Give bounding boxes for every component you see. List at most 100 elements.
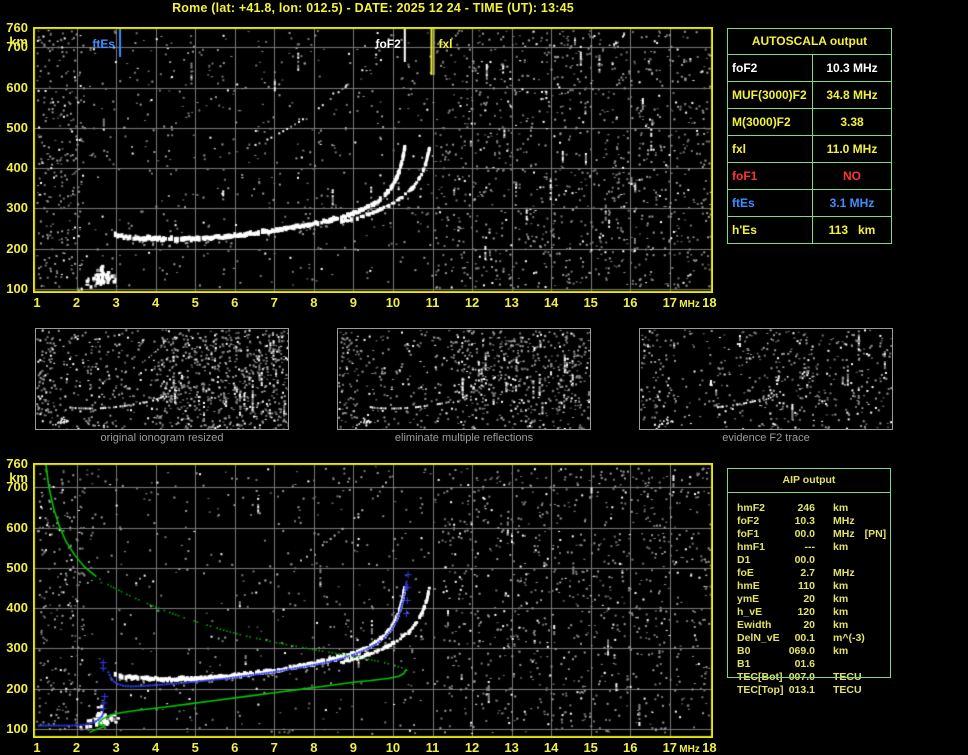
x-tick-label: 7 <box>270 295 278 310</box>
autoscala-row-label: fxl <box>728 136 813 162</box>
x-tick-label: 5 <box>191 295 199 310</box>
y-tick-label: 600 <box>6 519 28 535</box>
aip-cell-l: foE <box>737 567 754 579</box>
x-tick-label: 9 <box>349 740 358 755</box>
y-tick-label: 300 <box>6 640 28 656</box>
x-tick-label: 10 <box>385 740 401 755</box>
ionogram-canvas-top <box>33 27 713 293</box>
y-tick-label: 400 <box>6 160 28 176</box>
x-tick-label: 1 <box>33 740 41 755</box>
y-tick-label: 100 <box>6 281 28 296</box>
aip-cell-l: hmF2 <box>737 502 766 514</box>
aip-cell-u: km <box>833 580 849 592</box>
autoscala-row-label: MUF(3000)F2 <box>728 82 813 108</box>
autoscala-row-value: 3.38 <box>840 115 864 129</box>
aip-cell-l: h_vE <box>737 606 763 618</box>
autoscala-row-value: NO <box>843 169 861 183</box>
autoscala-row-value: 11.0 MHz <box>826 142 878 156</box>
x-tick-label: 7 <box>270 740 278 755</box>
aip-cell-u: TECU <box>833 671 862 683</box>
ionogram-plot-top: ftEs foF2 fxl <box>33 27 713 293</box>
x-tick-label: 2 <box>72 295 81 310</box>
x-tick-label: 14 <box>543 740 559 755</box>
aip-cell-l: B1 <box>737 658 751 670</box>
aip-cell-v: --- <box>804 541 816 553</box>
thumbnail-caption-evidence: evidence F2 trace <box>722 432 810 444</box>
autoscala-row-value: 34.8 MHz <box>826 88 878 102</box>
aip-cell-v: 013.1 <box>788 684 815 696</box>
y-tick-label: 500 <box>6 559 28 575</box>
aip-panel-header: AIP output <box>727 468 891 493</box>
x-tick-label: 13 <box>504 740 519 755</box>
x-tick-label: 16 <box>623 295 638 310</box>
aip-cell-u: m^(-3) <box>833 632 865 644</box>
aip-row-d1: D1 00.0 <box>727 554 891 567</box>
aip-cell-l: DelN_vE <box>737 632 780 644</box>
x-axis-unit-label: MHz <box>679 744 700 755</box>
autoscala-row-value: 10.3 MHz <box>826 61 878 75</box>
x-tick-label: 6 <box>231 740 239 755</box>
aip-row-ewidth: Ewidth 20 km <box>727 619 891 632</box>
y-axis-labels-bottom: 760 700 600 500 400 300 200 100 km <box>0 457 31 738</box>
autoscala-output-table: AUTOSCALA output foF2 10.3 MHz MUF(3000)F2… <box>727 28 892 244</box>
aip-row-b0: B0 069.0 km <box>727 645 891 658</box>
x-tick-label: 8 <box>310 295 318 310</box>
y-tick-label: 500 <box>6 119 28 135</box>
aip-cell-v: 10.3 <box>794 515 815 527</box>
aip-cell-u: km <box>833 502 849 514</box>
x-tick-label: 18 <box>702 295 717 310</box>
autoscala-row-label: foF2 <box>728 55 813 81</box>
aip-cell-u: km <box>833 541 849 553</box>
x-tick-label: 16 <box>623 740 638 755</box>
aip-cell-l: Ewidth <box>737 619 772 631</box>
x-tick-label: 15 <box>583 740 598 755</box>
aip-cell-l: ymE <box>737 593 760 605</box>
aip-row-fof1: foF1 00.0 MHz [PN] <box>727 528 891 541</box>
x-tick-label: 5 <box>191 740 199 755</box>
aip-cell-u: MHz <box>833 528 855 540</box>
autoscala-row-fxl: fxl 11.0 MHz <box>728 136 891 163</box>
aip-cell-u: km <box>833 645 849 657</box>
thumbnail-caption-eliminate: eliminate multiple reflections <box>394 432 534 444</box>
aip-cell-u: MHz <box>833 567 855 579</box>
x-tick-label: 11 <box>425 295 440 310</box>
x-tick-label: 13 <box>504 295 519 310</box>
x-tick-label: 17 <box>662 740 678 755</box>
x-tick-label: 4 <box>152 740 160 755</box>
ionogram-plot-bottom <box>33 463 713 738</box>
x-tick-label: 9 <box>349 295 358 310</box>
y-tick-label: 400 <box>6 600 28 616</box>
autoscala-row-label: ftEs <box>728 190 813 216</box>
aip-cell-l: B0 <box>737 645 751 657</box>
y-tick-label: 760 <box>6 20 28 35</box>
aip-cell-l: hmF1 <box>737 541 766 553</box>
thumbnail-original: original ionogram resized <box>35 328 289 444</box>
aip-cell-u: km <box>833 593 849 605</box>
aip-row-hmf2: hmF2 246 km <box>727 502 891 515</box>
y-axis-labels-top: 760 700 600 500 400 300 200 100 km <box>0 21 31 296</box>
autoscala-app-window: Rome (lat: +41.8, lon: 012.5) - DATE: 20… <box>0 0 968 755</box>
autoscala-row-value: 113 km <box>828 223 876 237</box>
aip-row-foe: foE 2.7 MHz <box>727 567 891 580</box>
x-tick-label: 15 <box>583 295 598 310</box>
aip-output-panel: AIP output hmF2 246 km foF2 10.3 MHz foF1 00.0 M… <box>727 468 891 697</box>
y-tick-label: 200 <box>6 680 28 696</box>
aip-cell-v: 00.1 <box>794 632 815 644</box>
aip-cell-v: 120 <box>797 606 815 618</box>
x-tick-label: 6 <box>231 295 239 310</box>
x-tick-label: 10 <box>385 295 401 310</box>
y-axis-unit-label: km <box>9 34 28 49</box>
aip-row-tec-top-: TEC[Top] 013.1 TECU <box>727 684 891 697</box>
ftes-marker-label: ftEs <box>92 37 116 51</box>
aip-cell-v: 00.0 <box>794 528 815 540</box>
autoscala-row-ftes: ftEs 3.1 MHz <box>728 190 891 217</box>
aip-cell-v: 110 <box>798 580 815 592</box>
thumbnail-original-canvas <box>35 328 289 430</box>
aip-row-deln-ve: DelN_vE 00.1 m^(-3) <box>727 632 891 645</box>
autoscala-row-label: h'Es <box>728 217 813 243</box>
x-tick-label: 3 <box>112 740 120 755</box>
autoscala-row-h-es: h'Es 113 km <box>728 217 891 243</box>
x-tick-label: 3 <box>112 295 120 310</box>
thumbnail-evidence-f2: evidence F2 trace <box>639 328 893 444</box>
aip-cell-l: TEC[Top] <box>737 684 784 696</box>
